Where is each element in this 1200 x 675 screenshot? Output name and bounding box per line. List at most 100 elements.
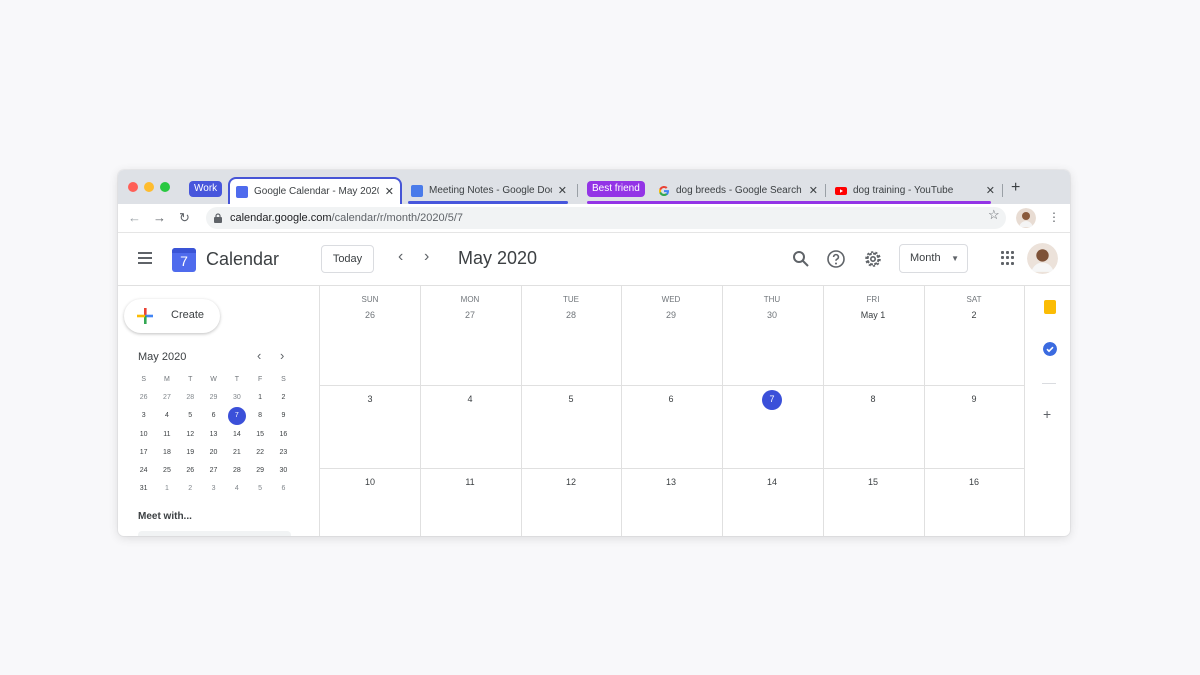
apps-icon[interactable] [1001,251,1015,265]
mini-day[interactable]: 31 [132,481,155,497]
day-number[interactable]: 16 [924,477,1024,487]
profile-avatar[interactable] [1016,208,1036,228]
mini-day[interactable]: 13 [202,427,225,443]
mini-day[interactable]: 14 [225,427,248,443]
day-number[interactable]: 29 [621,310,721,320]
tab-group-best-friend[interactable]: Best friend [587,181,645,197]
mini-day[interactable]: 6 [272,481,295,497]
today-button[interactable]: Today [321,245,374,273]
day-number[interactable]: 15 [823,477,923,487]
tab-dog-breeds[interactable]: dog breeds - Google Search ✕ [652,177,824,204]
new-tab-button[interactable]: + [1011,179,1020,197]
maximize-window-button[interactable] [160,182,170,192]
mini-day[interactable]: 19 [179,445,202,461]
mini-day[interactable]: 29 [202,390,225,406]
day-number[interactable]: 30 [722,310,822,320]
mini-day[interactable]: 30 [272,463,295,479]
mini-day[interactable]: 1 [248,390,271,406]
day-number[interactable]: 10 [320,477,420,487]
reload-button[interactable]: ↻ [179,210,190,226]
mini-day[interactable]: 8 [248,408,271,424]
account-avatar[interactable] [1027,243,1058,274]
mini-day[interactable]: 15 [248,427,271,443]
mini-day[interactable]: 27 [202,463,225,479]
mini-day[interactable]: 18 [155,445,178,461]
view-selector[interactable]: Month ▼ [899,244,968,273]
mini-day[interactable]: 28 [179,390,202,406]
day-number[interactable]: 14 [722,477,822,487]
tab-dog-training[interactable]: dog training - YouTube ✕ [829,177,1001,204]
day-number[interactable]: 4 [420,394,520,404]
mini-day[interactable]: 29 [248,463,271,479]
mini-day[interactable]: 16 [272,427,295,443]
mini-day[interactable]: 25 [155,463,178,479]
close-tab-icon[interactable]: ✕ [558,184,567,197]
browser-menu-icon[interactable]: ⋮ [1048,210,1060,224]
tab-meeting-notes[interactable]: Meeting Notes - Google Docs ✕ [405,177,573,204]
day-number[interactable]: 26 [320,310,420,320]
keep-icon[interactable] [1044,300,1056,314]
main-menu-icon[interactable] [138,252,152,264]
mini-day[interactable]: 23 [272,445,295,461]
mini-day[interactable]: 12 [179,427,202,443]
mini-day[interactable]: 22 [248,445,271,461]
mini-day[interactable]: 24 [132,463,155,479]
day-number[interactable]: 3 [320,394,420,404]
mini-day-today[interactable]: 7 [225,407,248,426]
close-window-button[interactable] [128,182,138,192]
mini-day[interactable]: 27 [155,390,178,406]
mini-day[interactable]: 20 [202,445,225,461]
close-tab-icon[interactable]: ✕ [809,184,818,197]
help-icon[interactable] [826,249,846,269]
mini-day[interactable]: 5 [179,408,202,424]
mini-day[interactable]: 11 [155,427,178,443]
mini-day[interactable]: 9 [272,408,295,424]
mini-next-month-button[interactable]: › [280,349,284,363]
day-number[interactable]: 13 [621,477,721,487]
previous-period-button[interactable]: ‹ [398,249,403,265]
close-tab-icon[interactable]: ✕ [986,184,995,197]
forward-button[interactable]: → [153,210,166,226]
search-icon[interactable] [791,249,811,269]
mini-day[interactable]: 4 [155,408,178,424]
day-number-today[interactable]: 7 [722,394,822,404]
settings-icon[interactable] [863,249,883,269]
day-number[interactable]: 2 [924,310,1024,320]
mini-day[interactable]: 5 [248,481,271,497]
address-bar[interactable]: calendar.google.com/calendar/r/month/202… [206,207,1006,229]
search-people-input[interactable] [138,531,291,536]
mini-day[interactable]: 2 [179,481,202,497]
mini-day[interactable]: 17 [132,445,155,461]
mini-day[interactable]: 1 [155,481,178,497]
day-number[interactable]: 28 [521,310,621,320]
day-number[interactable]: 12 [521,477,621,487]
day-number[interactable]: 5 [521,394,621,404]
day-number[interactable]: May 1 [823,310,923,320]
mini-day[interactable]: 21 [225,445,248,461]
minimize-window-button[interactable] [144,182,154,192]
tab-google-calendar[interactable]: Google Calendar - May 2020 ✕ [228,177,402,204]
add-addon-button[interactable]: + [1043,407,1051,421]
day-number[interactable]: 6 [621,394,721,404]
day-number[interactable]: 9 [924,394,1024,404]
mini-prev-month-button[interactable]: ‹ [257,349,261,363]
tab-group-work[interactable]: Work [189,181,223,197]
mini-day[interactable]: 4 [225,481,248,497]
mini-day[interactable]: 26 [132,390,155,406]
next-period-button[interactable]: › [424,249,429,265]
mini-day[interactable]: 26 [179,463,202,479]
close-tab-icon[interactable]: ✕ [385,185,394,198]
mini-day[interactable]: 2 [272,390,295,406]
day-number[interactable]: 8 [823,394,923,404]
mini-day[interactable]: 3 [132,408,155,424]
mini-day[interactable]: 28 [225,463,248,479]
mini-day[interactable]: 6 [202,408,225,424]
mini-day[interactable]: 30 [225,390,248,406]
day-number[interactable]: 11 [420,477,520,487]
tasks-icon[interactable] [1043,342,1057,356]
day-number[interactable]: 27 [420,310,520,320]
mini-day[interactable]: 3 [202,481,225,497]
mini-day[interactable]: 10 [132,427,155,443]
create-button[interactable]: Create [124,299,220,333]
bookmark-star-icon[interactable]: ☆ [988,208,1000,222]
